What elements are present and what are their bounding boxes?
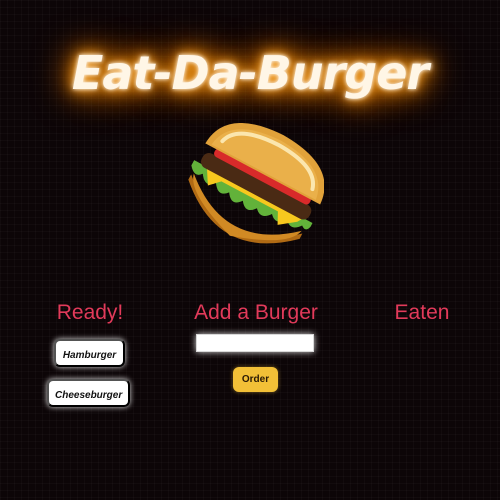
burger-illustration-icon <box>188 123 324 244</box>
add-burger-heading: Add a Burger <box>194 301 318 324</box>
order-button[interactable]: Order <box>233 367 278 392</box>
ready-heading: Ready! <box>56 301 124 324</box>
ready-burger-button[interactable]: Hamburger <box>54 339 125 367</box>
burger-name-input[interactable] <box>196 334 314 352</box>
ready-burger-button[interactable]: Cheeseburger <box>47 379 130 407</box>
app-title: Eat-Da-Burger <box>71 46 429 100</box>
eaten-heading: Eaten <box>394 301 450 324</box>
